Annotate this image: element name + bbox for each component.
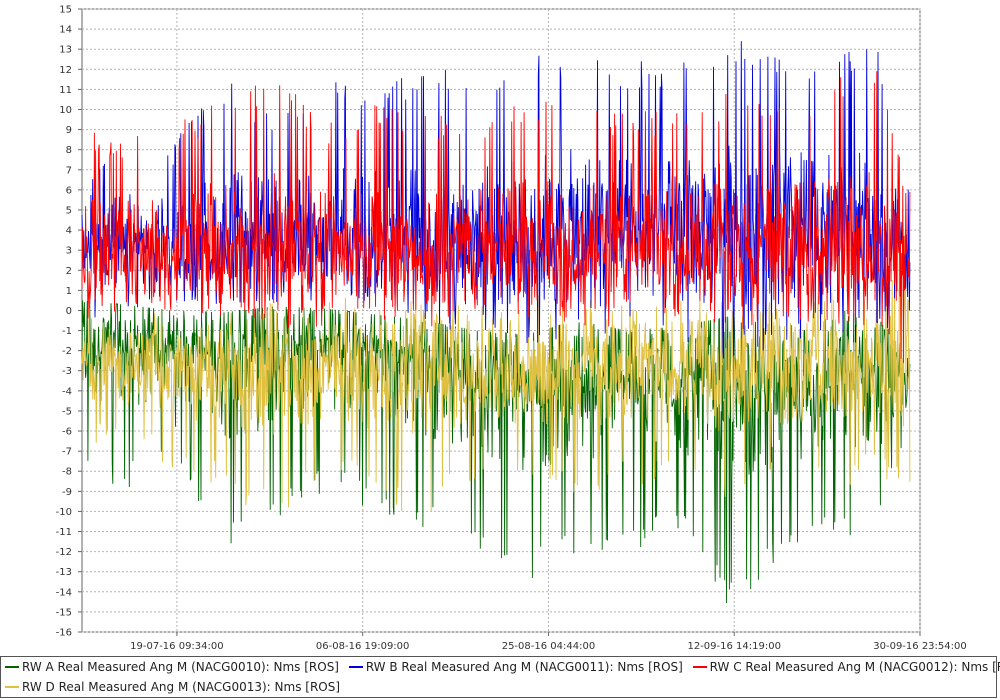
y-tick-label: 13 [59,45,72,56]
y-tick-label: -2 [62,346,72,357]
y-tick-label: -1 [62,326,72,337]
x-tick-label: 19-07-16 09:34:00 [130,641,223,652]
legend-label-rw-d: RW D Real Measured Ang M (NACG0013): Nms… [22,680,341,694]
y-tick-label: 8 [66,145,72,156]
y-tick-label: -12 [56,547,72,558]
legend-swatch-icon [692,665,707,668]
y-tick-label: 1 [66,286,72,297]
legend-row: RW D Real Measured Ang M (NACG0013): Nms… [5,680,346,694]
y-tick-label: -10 [56,507,72,518]
x-tick-label: 30-09-16 23:54:00 [873,641,966,652]
legend-label-rw-b: RW B Real Measured Ang M (NACG0011): Nms… [365,660,683,674]
legend-item-rw-a: RW A Real Measured Ang M (NACG0010): Nms… [5,660,339,674]
y-tick-label: 9 [66,125,72,136]
y-tick-label: 7 [66,165,72,176]
legend-swatch-icon [5,685,19,688]
y-tick-label: -4 [62,386,72,397]
legend-label-rw-c: RW C Real Measured Ang M (NACG0012): Nms… [709,660,1000,674]
y-tick-label: 5 [66,205,72,216]
x-tick-label: 25-08-16 04:44:00 [502,641,595,652]
y-tick-label: 11 [59,85,72,96]
y-axis: 1514131211109876543210-1-2-3-4-5-6-7-8-9… [56,5,82,639]
y-tick-label: -9 [62,487,72,498]
x-axis: 19-07-16 09:34:00 06-08-16 19:09:00 25-08-… [130,632,967,652]
y-tick-label: -11 [56,527,72,538]
y-tick-label: -13 [56,567,72,578]
y-tick-label: 12 [59,65,72,76]
x-tick-label: 12-09-16 14:19:00 [687,641,780,652]
legend-label-rw-a: RW A Real Measured Ang M (NACG0010): Nms… [22,660,339,674]
y-tick-label: -6 [62,427,72,438]
legend-row: RW A Real Measured Ang M (NACG0010): Nms… [5,660,1000,674]
legend-item-rw-b: RW B Real Measured Ang M (NACG0011): Nms… [348,660,683,674]
legend: RW A Real Measured Ang M (NACG0010): Nms… [0,656,1000,698]
plot-area [81,8,921,633]
y-tick-label: -15 [56,607,72,618]
y-tick-label: -7 [62,447,72,458]
y-tick-label: 14 [59,25,72,36]
y-tick-label: 3 [66,246,72,257]
y-tick-label: 4 [66,226,72,237]
y-tick-label: -16 [56,628,72,639]
y-tick-label: -8 [62,467,72,478]
legend-swatch-icon [348,665,363,668]
y-tick-label: 6 [66,185,72,196]
legend-swatch-icon [5,665,19,668]
y-tick-label: 10 [59,105,72,116]
y-tick-label: -3 [62,366,72,377]
x-tick-label: 06-08-16 19:09:00 [316,641,409,652]
line-chart: 1514131211109876543210-1-2-3-4-5-6-7-8-9… [56,5,967,653]
y-tick-label: 15 [59,5,72,16]
y-tick-label: 2 [66,266,72,277]
legend-item-rw-d: RW D Real Measured Ang M (NACG0013): Nms… [5,680,340,694]
y-tick-label: 0 [66,306,72,317]
y-tick-label: -14 [56,587,72,598]
legend-item-rw-c: RW C Real Measured Ang M (NACG0012): Nms… [692,660,1000,674]
y-tick-label: -5 [62,406,72,417]
